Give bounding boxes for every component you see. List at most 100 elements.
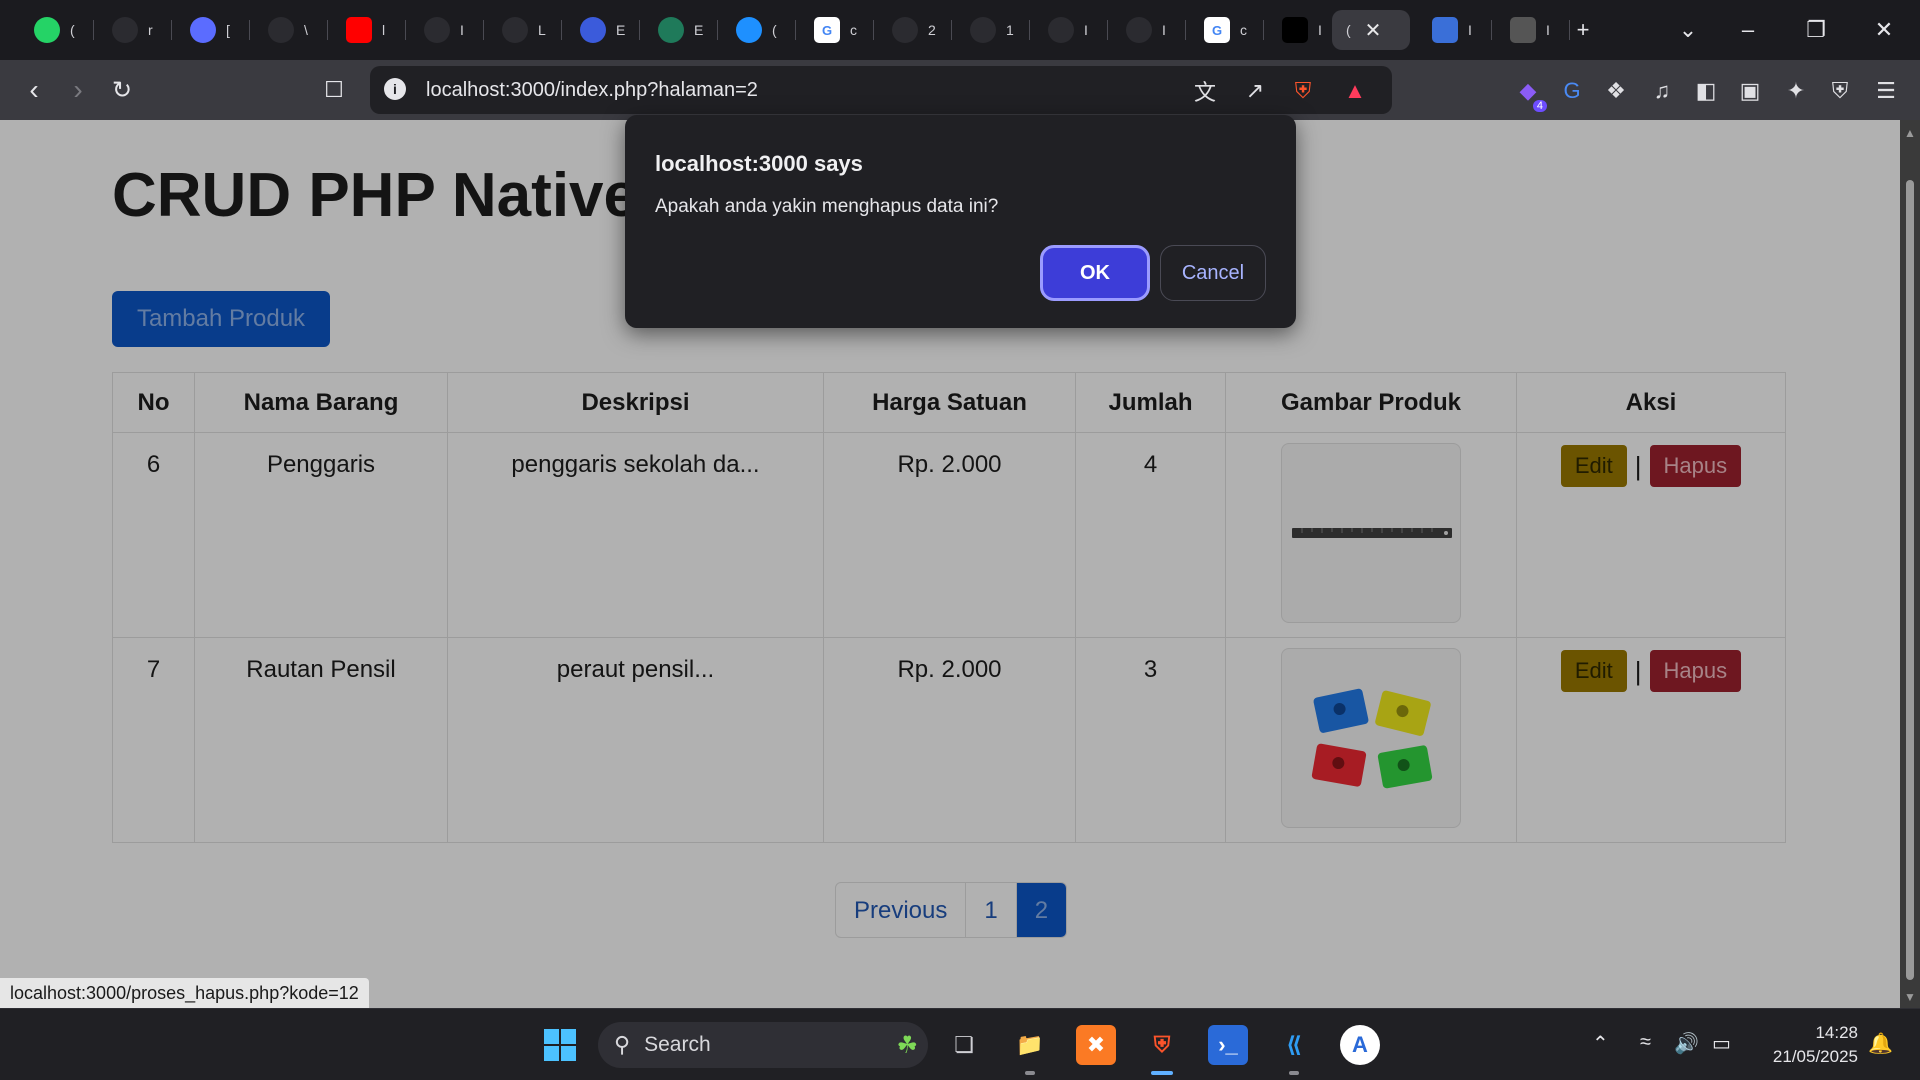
back-icon[interactable]: ‹ xyxy=(14,70,54,110)
brave-shields-icon[interactable]: ⛨ xyxy=(1288,76,1318,106)
dialog-ok-button[interactable]: OK xyxy=(1040,245,1150,301)
leo-ai-icon[interactable]: ✦ xyxy=(1781,76,1811,106)
browser-tab[interactable]: Gc xyxy=(1190,10,1264,50)
tray-overflow-icon[interactable]: ⌃ xyxy=(1592,1031,1609,1056)
clock-time: 14:28 xyxy=(1815,1023,1858,1042)
tab-label: c xyxy=(1240,22,1247,38)
running-indicator xyxy=(1025,1071,1035,1075)
clock-date: 21/05/2025 xyxy=(1772,1047,1858,1066)
confirm-dialog: localhost:3000 says Apakah anda yakin me… xyxy=(625,115,1296,328)
tab-label: 2 xyxy=(928,22,936,38)
tab-list-icon[interactable]: ⌄ xyxy=(1668,10,1708,50)
url-text[interactable]: localhost:3000/index.php?halaman=2 xyxy=(426,79,758,102)
google-translate-ext-icon[interactable]: G xyxy=(1557,76,1587,106)
bookmark-icon[interactable]: ☐ xyxy=(314,70,354,110)
brave-browser-icon[interactable]: ⛨ xyxy=(1142,1025,1182,1065)
tab-label: 1 xyxy=(1006,22,1014,38)
notification-icon[interactable]: 🔔 xyxy=(1868,1031,1893,1056)
share-icon[interactable]: ↗ xyxy=(1240,76,1270,106)
extensions-icon[interactable]: ❖ xyxy=(1601,76,1631,106)
tab-label: ( xyxy=(70,22,75,38)
file-explorer-icon[interactable]: 📁 xyxy=(1010,1025,1050,1065)
browser-tab[interactable]: I xyxy=(410,10,484,50)
tab-label: I xyxy=(1162,22,1166,38)
menu-icon[interactable]: ☰ xyxy=(1871,76,1901,106)
tab-label: [ xyxy=(226,22,230,38)
tab-label: ( xyxy=(1346,22,1351,38)
start-icon[interactable] xyxy=(540,1025,580,1065)
scroll-down-icon[interactable]: ▼ xyxy=(1904,990,1916,1004)
media-icon[interactable]: ♫ xyxy=(1647,76,1677,106)
site-info-icon[interactable]: i xyxy=(384,78,406,100)
minimize-icon[interactable]: – xyxy=(1728,10,1768,50)
tailwind-icon xyxy=(1048,17,1074,43)
restore-icon[interactable]: ❐ xyxy=(1796,10,1836,50)
browser-tab[interactable]: (✕ xyxy=(1332,10,1410,50)
vscode-icon[interactable]: ⟪ xyxy=(1274,1025,1314,1065)
tab-label: c xyxy=(850,22,857,38)
reload-icon[interactable]: ↻ xyxy=(102,70,142,110)
tab-label: I xyxy=(1318,22,1322,38)
close-window-icon[interactable]: ✕ xyxy=(1864,10,1904,50)
github-icon xyxy=(112,17,138,43)
browser-tab[interactable]: \ xyxy=(254,10,328,50)
extension-puzzle-badge-icon[interactable]: ◆ 4 xyxy=(1513,76,1547,112)
tab-divider xyxy=(1263,20,1264,40)
translate-icon[interactable]: 文 xyxy=(1190,76,1220,106)
browser-tab[interactable]: r xyxy=(98,10,172,50)
tab-label: I xyxy=(1084,22,1088,38)
forward-icon[interactable]: › xyxy=(58,70,98,110)
task-view-icon[interactable]: ❏ xyxy=(944,1025,984,1065)
dialog-cancel-button[interactable]: Cancel xyxy=(1160,245,1266,301)
wifi-icon[interactable]: ≈ xyxy=(1640,1031,1651,1054)
brave-rewards-icon[interactable]: ▲ xyxy=(1340,76,1370,106)
address-bar[interactable]: i localhost:3000/index.php?halaman=2 文 ↗… xyxy=(370,66,1392,114)
scroll-up-icon[interactable]: ▲ xyxy=(1904,126,1916,140)
google-icon: G xyxy=(1204,17,1230,43)
browser-tab[interactable]: I xyxy=(1496,10,1570,50)
tab-divider xyxy=(1491,20,1492,40)
close-tab-icon[interactable]: ✕ xyxy=(1365,18,1382,43)
browser-tab[interactable]: 1 xyxy=(956,10,1030,50)
browser-tab[interactable]: I xyxy=(1112,10,1186,50)
browser-tab[interactable]: L xyxy=(488,10,562,50)
browser-tab[interactable]: 2 xyxy=(878,10,952,50)
browser-tab[interactable]: E xyxy=(566,10,640,50)
sidebar-icon[interactable]: ◧ xyxy=(1691,76,1721,106)
volume-icon[interactable]: 🔊 xyxy=(1674,1031,1699,1056)
browser-tab[interactable]: I xyxy=(1268,10,1342,50)
vpn-icon[interactable]: ⛨ xyxy=(1825,76,1855,106)
contacts-icon xyxy=(1432,17,1458,43)
new-tab-icon[interactable]: + xyxy=(1563,10,1603,50)
app-store-icon[interactable]: A xyxy=(1340,1025,1380,1065)
battery-icon[interactable]: ▭ xyxy=(1712,1031,1731,1056)
browser-tab[interactable]: ( xyxy=(722,10,796,50)
openai-icon xyxy=(892,17,918,43)
browser-tab[interactable]: ( xyxy=(20,10,94,50)
xampp-icon[interactable]: ✖ xyxy=(1076,1025,1116,1065)
ky-icon xyxy=(1282,17,1308,43)
taskbar-search[interactable]: ⚲ Search ☘ xyxy=(598,1022,928,1068)
tab-label: \ xyxy=(304,22,308,38)
browser-tab[interactable]: l xyxy=(332,10,406,50)
scrollbar-thumb[interactable] xyxy=(1906,180,1914,980)
github-icon xyxy=(502,17,528,43)
browser-tab[interactable]: E xyxy=(644,10,718,50)
browser-tab[interactable]: I xyxy=(1418,10,1492,50)
browser-tab[interactable]: Gc xyxy=(800,10,874,50)
search-highlight-icon: ☘ xyxy=(896,1031,918,1059)
tab-divider xyxy=(93,20,94,40)
extension-badge: 4 xyxy=(1532,100,1547,112)
pma-icon xyxy=(1126,17,1152,43)
page-scrollbar[interactable]: ▲ ▼ xyxy=(1900,120,1920,1008)
system-clock[interactable]: 14:28 21/05/2025 xyxy=(1758,1021,1858,1069)
browser-tab[interactable]: [ xyxy=(176,10,250,50)
copilot-icon xyxy=(190,17,216,43)
tab-divider xyxy=(483,20,484,40)
tab-divider xyxy=(1029,20,1030,40)
wallet-icon[interactable]: ▣ xyxy=(1735,76,1765,106)
powershell-icon[interactable]: ›_ xyxy=(1208,1025,1248,1065)
browser-tab[interactable]: I xyxy=(1034,10,1108,50)
tab-divider xyxy=(795,20,796,40)
md-icon xyxy=(1510,17,1536,43)
